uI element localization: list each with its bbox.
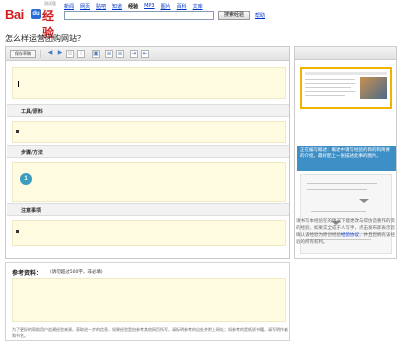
summary-example-thumbnail	[300, 67, 392, 109]
logo-du-paw-icon: du	[31, 9, 41, 19]
nav-mp3[interactable]: MP3	[144, 3, 155, 10]
nav-web[interactable]: 网页	[80, 3, 90, 10]
tools-bullet	[16, 130, 19, 133]
thumb-photo	[360, 77, 387, 99]
thumb-text-line	[305, 87, 351, 88]
section-tools-header: 工具/原料	[7, 104, 289, 117]
insert-image-icon[interactable]: ▣	[92, 50, 100, 58]
guide-agreement-text: 请书写本经验在的情况下能更改与得仿造要作的资的经验，如果实全成于人写手，点击发布…	[296, 218, 395, 246]
notes-input[interactable]	[12, 220, 286, 246]
thumb-text-line	[305, 79, 355, 80]
nav-images[interactable]: 图片	[161, 3, 171, 10]
references-input[interactable]	[12, 278, 286, 322]
beta-badge: 测试版	[44, 1, 56, 6]
guide-panel-header	[295, 47, 396, 60]
thumb-text-line	[305, 83, 355, 84]
nav-tieba[interactable]: 贴吧	[96, 3, 106, 10]
editor-toolbar: 保存草稿 ◀ ▶ B I ▣ ≡ ≡ ⇥ ⇤	[6, 47, 289, 61]
thumb-title-bar	[305, 72, 387, 75]
section-notes-label: 注意事项	[21, 208, 42, 214]
diagram-line	[311, 211, 366, 212]
save-draft-button[interactable]: 保存草稿	[10, 50, 36, 58]
agreement-link[interactable]: 经验协议	[341, 233, 359, 238]
references-hint: (请勿超过500字，非必填)	[50, 270, 103, 275]
search-input[interactable]	[64, 11, 214, 20]
guide-callout: 正在编写概述：概述中请写经验的目的和简要的介绍，最好配上一张描述此事的图片。	[297, 146, 396, 171]
nav-zhidao[interactable]: 知道	[112, 3, 122, 10]
section-steps-header: 步骤/方法	[7, 145, 289, 158]
help-link[interactable]: 帮助	[255, 12, 265, 19]
diagram-line	[307, 189, 367, 190]
product-nav: 新闻 网页 贴吧 知道 经验 MP3 图片 百科 文库	[64, 3, 203, 10]
diagram-line	[307, 183, 377, 184]
nav-wenku[interactable]: 文库	[193, 3, 203, 10]
nav-baike[interactable]: 百科	[177, 3, 187, 10]
section-tools-label: 工具/原料	[21, 109, 43, 115]
section-notes-header: 注意事项	[7, 203, 289, 216]
page-title: 怎么样运营团购网站？	[5, 34, 85, 43]
toolbar-divider	[40, 50, 41, 58]
indent-icon[interactable]: ⇥	[130, 50, 138, 58]
italic-icon[interactable]: I	[77, 50, 85, 58]
ordered-list-icon[interactable]: ≡	[105, 50, 113, 58]
steps-input[interactable]	[12, 162, 286, 202]
undo-icon[interactable]: ◀	[46, 50, 54, 58]
references-note: 为了更好的帮助用户追溯经验来源，获取进一步的信息，如果经验是由参考其他网页所写，…	[12, 327, 288, 338]
experience-editor: 保存草稿 ◀ ▶ B I ▣ ≡ ≡ ⇥ ⇤ 工具/原料 步骤/方法 1 注意事…	[5, 46, 290, 259]
notes-bullet	[16, 230, 19, 233]
nav-jingyan[interactable]: 经验	[128, 3, 138, 10]
redo-icon[interactable]: ▶	[56, 50, 64, 58]
references-panel: 参考资料： (请勿超过500字，非必填) 为了更好的帮助用户追溯经验来源，获取进…	[5, 262, 290, 341]
step-number-badge: 1	[20, 173, 32, 185]
unordered-list-icon[interactable]: ≡	[116, 50, 124, 58]
nav-news[interactable]: 新闻	[64, 3, 74, 10]
tools-input[interactable]	[12, 121, 286, 143]
search-button[interactable]: 搜索经验	[218, 11, 250, 20]
thumb-text-line	[305, 91, 355, 92]
bold-icon[interactable]: B	[66, 50, 74, 58]
outdent-icon[interactable]: ⇤	[141, 50, 149, 58]
baidu-jingyan-logo[interactable]: Bai du 经验 测试版	[5, 1, 61, 40]
thumb-text-line	[305, 95, 345, 96]
logo-bai-text: Bai	[5, 7, 24, 22]
section-steps-label: 步骤/方法	[21, 150, 43, 156]
text-caret	[18, 81, 19, 87]
summary-input[interactable]	[12, 67, 286, 99]
references-title: 参考资料：	[12, 270, 43, 277]
diagram-arrow	[359, 199, 369, 203]
